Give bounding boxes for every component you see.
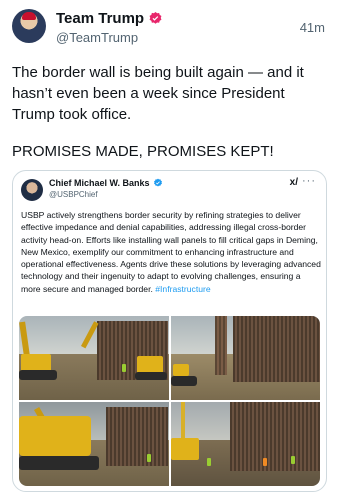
worker (122, 364, 126, 372)
quoted-post-text: USBP actively strengthens border securit… (21, 209, 321, 295)
verified-badge-icon (153, 178, 162, 187)
quoted-author-name-row: Chief Michael W. Banks (49, 178, 163, 188)
avatar-hat (22, 12, 36, 20)
worker (290, 456, 295, 464)
post-time[interactable]: 41m (300, 20, 325, 35)
worker (262, 458, 267, 466)
tweet-paragraph-1: The border wall is being built again — a… (12, 64, 304, 123)
excavator (19, 416, 91, 456)
tweet-text: The border wall is being built again — a… (12, 62, 330, 178)
photo-4[interactable] (170, 402, 320, 486)
photo-2[interactable] (170, 316, 320, 400)
wall-panels (233, 316, 320, 382)
worker (206, 458, 211, 466)
wall-panels (105, 407, 169, 466)
author-avatar[interactable] (12, 9, 46, 43)
author-name[interactable]: Team Trump (56, 10, 144, 27)
media-grid[interactable] (19, 316, 320, 486)
tweet-paragraph-2: PROMISES MADE, PROMISES KEPT! (12, 143, 274, 160)
more-options-icon[interactable]: ··· (302, 175, 316, 187)
quoted-author-handle[interactable]: @USBPChief (49, 190, 98, 199)
author-name-row: Team Trump (56, 10, 163, 27)
quoted-post-body: USBP actively strengthens border securit… (21, 210, 321, 294)
wall-panels (230, 402, 320, 471)
quoted-author-avatar[interactable] (21, 179, 43, 201)
quoted-post[interactable]: Chief Michael W. Banks @USBPChief x/ ···… (12, 170, 327, 492)
grok-icon[interactable]: x/ (290, 177, 298, 188)
quoted-author-name[interactable]: Chief Michael W. Banks (49, 178, 150, 188)
hashtag-link[interactable]: #Infrastructure (155, 284, 210, 294)
verified-badge-icon (149, 11, 162, 24)
worker (147, 454, 151, 462)
tweet-post[interactable]: Team Trump @TeamTrump 41m The border wal… (0, 0, 339, 500)
photo-1[interactable] (19, 316, 169, 400)
photo-3[interactable] (19, 402, 169, 486)
author-handle[interactable]: @TeamTrump (56, 30, 138, 45)
